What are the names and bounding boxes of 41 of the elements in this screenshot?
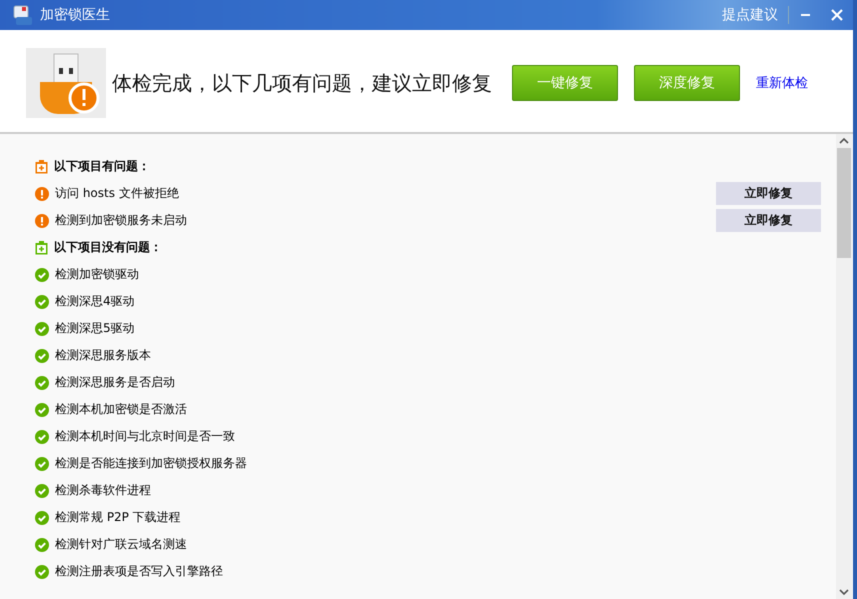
app-icon [12, 4, 34, 26]
scrollbar[interactable] [836, 134, 852, 599]
section-title: 以下项目没有问题： [54, 239, 162, 256]
check-icon [35, 294, 49, 308]
section-title: 以下项目有问题： [54, 158, 150, 175]
check-item: 检测本机时间与北京时间是否一致 [55, 428, 235, 445]
fix-now-button[interactable]: 立即修复 [716, 182, 821, 205]
check-item: 访问 hosts 文件被拒绝 [55, 185, 179, 202]
check-item: 检测杀毒软件进程 [55, 482, 151, 499]
check-icon [35, 348, 49, 362]
fix-now-button[interactable]: 立即修复 [716, 209, 821, 232]
status-message: 体检完成，以下几项有问题，建议立即修复 [112, 70, 492, 96]
check-icon [35, 510, 49, 524]
check-item: 检测常规 P2P 下载进程 [55, 509, 181, 526]
warning-icon [35, 214, 49, 228]
check-icon [35, 402, 49, 416]
check-item: 检测是否能连接到加密锁授权服务器 [55, 455, 247, 472]
check-item: 检测加密锁驱动 [55, 266, 139, 283]
rescan-link[interactable]: 重新体检 [756, 74, 808, 92]
check-icon [35, 322, 49, 336]
check-item: 检测深思服务版本 [55, 347, 151, 364]
check-icon [35, 484, 49, 498]
kit-icon [35, 160, 48, 174]
check-icon [35, 376, 49, 390]
check-item: 检测针对广联云域名测速 [55, 536, 187, 553]
check-icon [35, 430, 49, 444]
check-item: 检测到加密锁服务未启动 [55, 212, 187, 229]
check-item: 检测注册表项是否写入引擎路径 [55, 563, 223, 580]
warning-icon [35, 186, 49, 200]
check-icon [35, 538, 49, 552]
check-icon [35, 456, 49, 470]
check-item: 检测本机加密锁是否激活 [55, 401, 187, 418]
check-item: 检测深思5驱动 [55, 320, 135, 337]
check-item: 检测深思4驱动 [55, 293, 135, 310]
check-icon [35, 268, 49, 282]
usb-key-warning-icon [26, 48, 106, 118]
kit-icon [35, 240, 48, 254]
check-item: 检测深思服务是否启动 [55, 374, 175, 391]
window-title: 加密锁医生 [40, 6, 110, 24]
check-icon [35, 564, 49, 578]
scrollbar-thumb[interactable] [837, 148, 851, 258]
